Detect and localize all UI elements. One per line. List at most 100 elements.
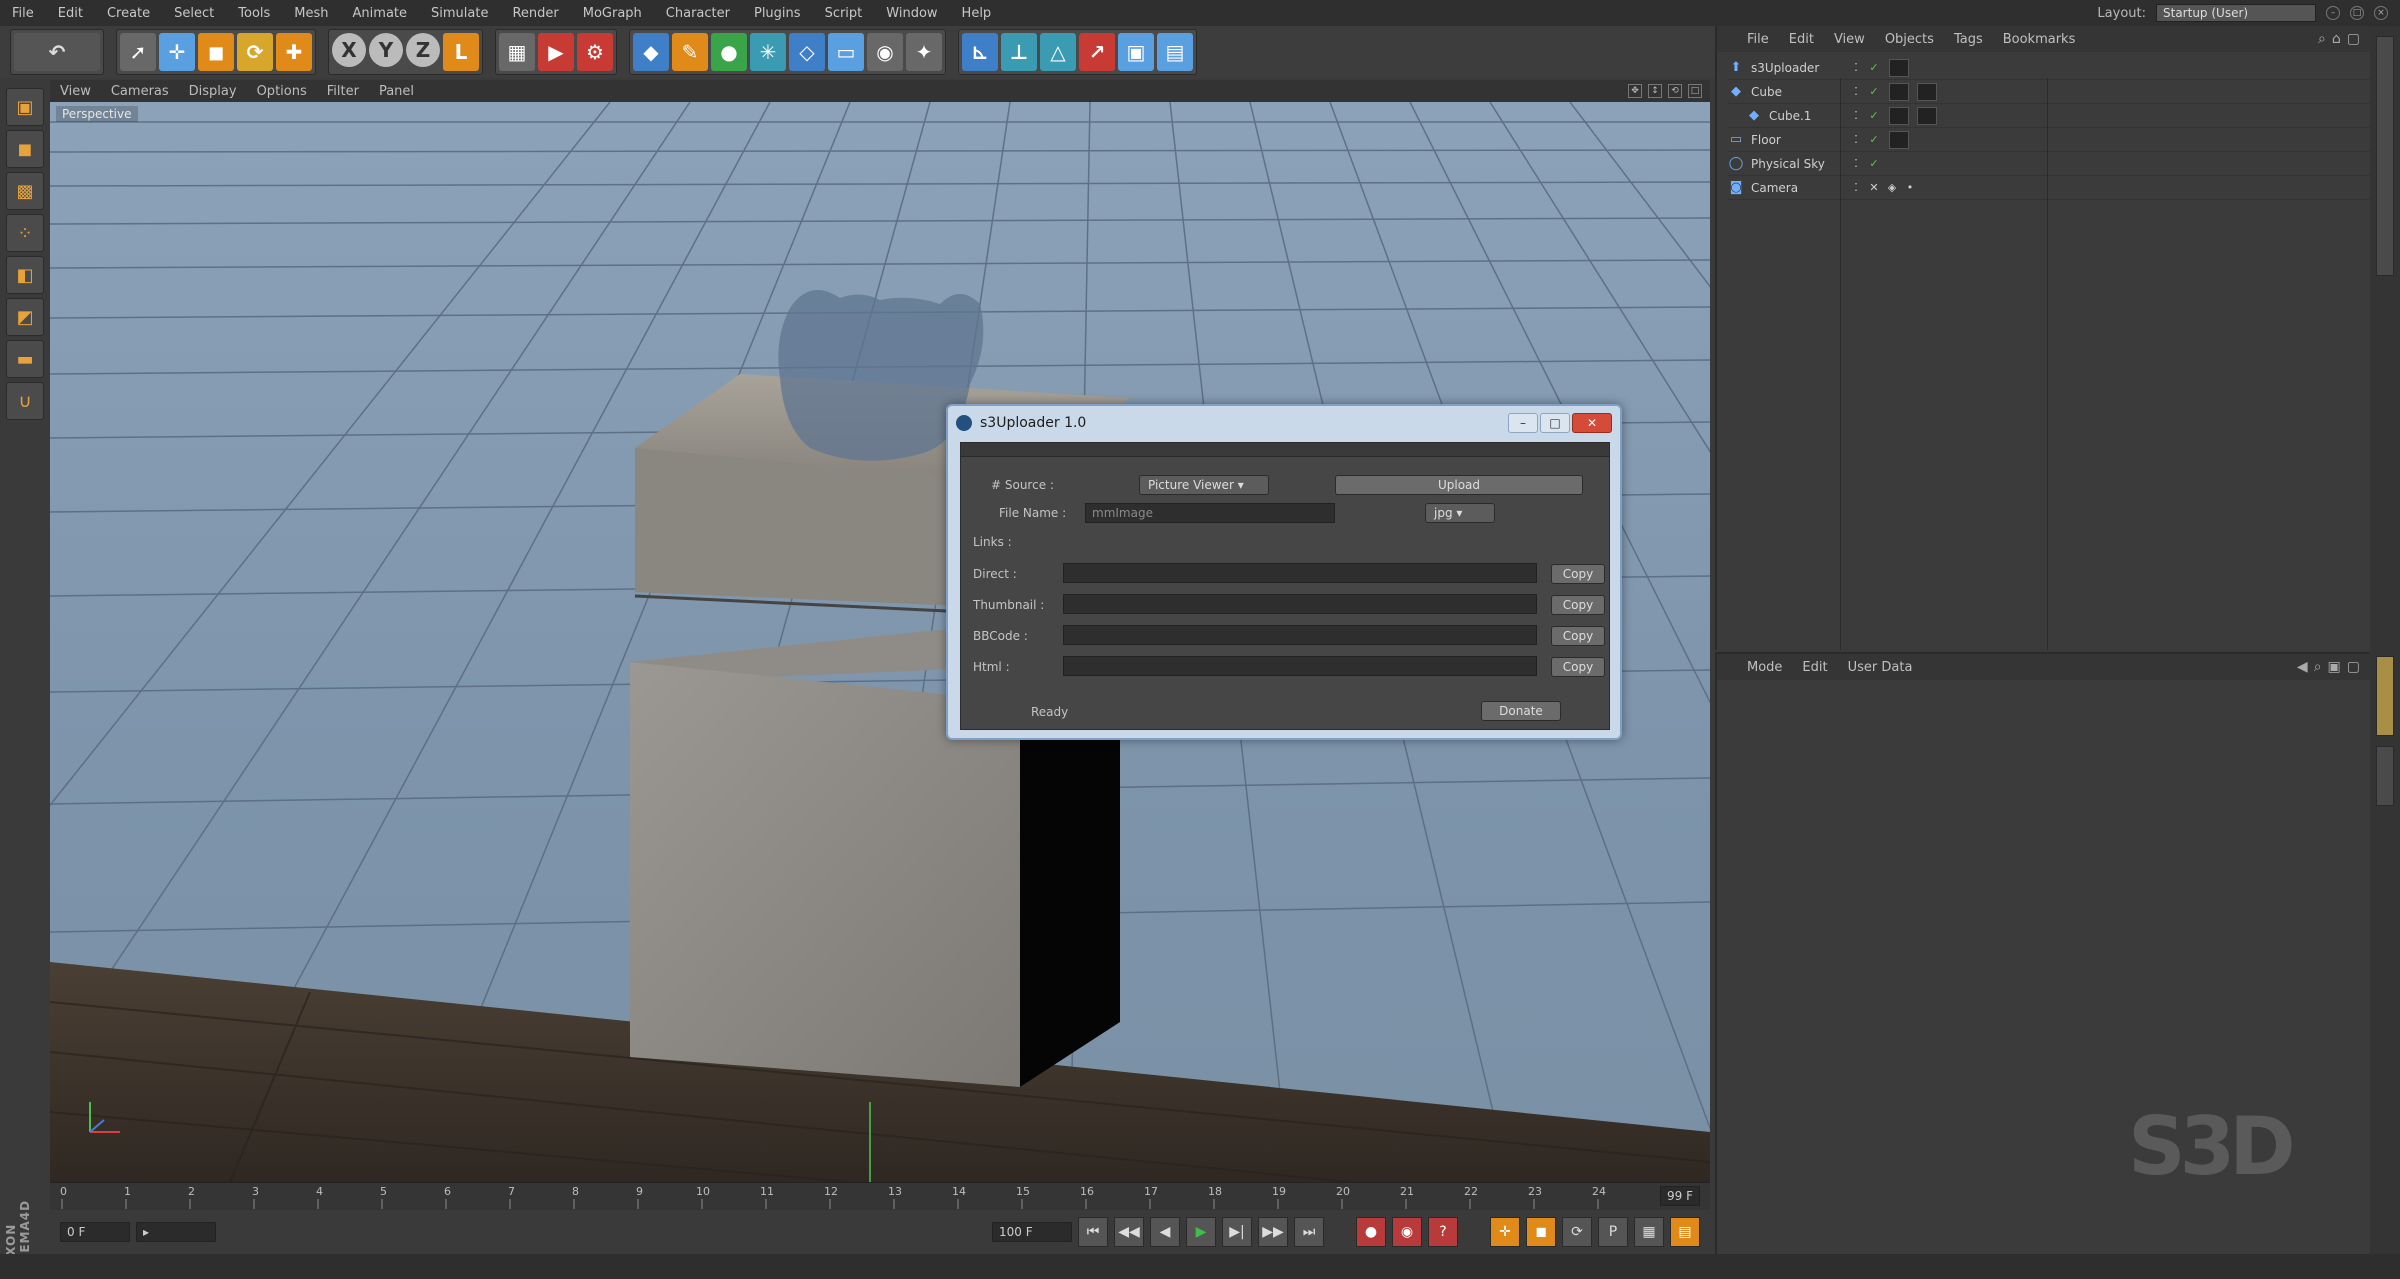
floor-icon[interactable]: ▭: [828, 33, 864, 71]
thumbnail-link-field[interactable]: [1063, 594, 1537, 614]
restore-icon[interactable]: □: [2350, 6, 2364, 20]
key-param-icon[interactable]: P: [1598, 1217, 1628, 1247]
enabled-check-icon[interactable]: ✓: [1867, 133, 1881, 147]
viewport-menu-cameras[interactable]: Cameras: [101, 84, 179, 99]
new-view-icon[interactable]: ▢: [2347, 31, 2360, 47]
menu-render[interactable]: Render: [500, 6, 570, 21]
points-mode-icon[interactable]: ⁘: [6, 214, 44, 252]
pan-icon[interactable]: ✥: [1628, 84, 1642, 98]
dialog-titlebar[interactable]: s3Uploader 1.0 – □ ✕: [948, 406, 1620, 440]
key-rotation-icon[interactable]: ⟳: [1562, 1217, 1592, 1247]
filename-input[interactable]: mmImage: [1085, 503, 1335, 523]
object-row[interactable]: ◆ Cube ⁚ ✓: [1727, 80, 2370, 104]
enabled-check-icon[interactable]: ✓: [1867, 109, 1881, 123]
cube-object-icon[interactable]: ◆: [633, 33, 669, 71]
side-tab-attributes[interactable]: [2376, 656, 2394, 736]
viewport-menu-filter[interactable]: Filter: [317, 84, 369, 99]
viewport-menu-panel[interactable]: Panel: [369, 84, 424, 99]
om-menu-tags[interactable]: Tags: [1944, 32, 1993, 47]
am-menu-user-data[interactable]: User Data: [1838, 660, 1923, 675]
om-menu-bookmarks[interactable]: Bookmarks: [1993, 32, 2086, 47]
axis-modify-icon[interactable]: △: [1040, 33, 1076, 71]
z-axis-icon[interactable]: Z: [406, 33, 440, 67]
render-settings-icon[interactable]: ⚙: [577, 33, 613, 71]
texture-side-icon[interactable]: ▩: [6, 172, 44, 210]
menu-simulate[interactable]: Simulate: [419, 6, 500, 21]
maximize-icon[interactable]: □: [1540, 413, 1570, 433]
visibility-dots-icon[interactable]: ⁚: [1849, 181, 1863, 195]
object-row[interactable]: ◙ Camera ⁚ ✕ ◈ •: [1727, 176, 2370, 200]
scale-tool-icon[interactable]: ◼: [198, 33, 234, 71]
am-menu-mode[interactable]: Mode: [1737, 660, 1792, 675]
texture-tag-icon[interactable]: [1917, 106, 1937, 125]
column-divider[interactable]: [1840, 78, 1841, 650]
timeline-scheme-icon[interactable]: ▤: [1670, 1217, 1700, 1247]
live-select-icon[interactable]: ✚: [276, 33, 312, 71]
object-row[interactable]: ◆ Cube.1 ⁚ ✓: [1727, 104, 2370, 128]
tweak-icon[interactable]: ↗: [1079, 33, 1115, 71]
subdivision-icon[interactable]: ●: [711, 33, 747, 71]
model-mode-icon[interactable]: ▣: [1118, 33, 1154, 71]
magnet-icon[interactable]: ∪: [6, 382, 44, 420]
source-select[interactable]: Picture Viewer ▾: [1139, 475, 1269, 495]
layout-select[interactable]: Startup (User): [2156, 4, 2316, 22]
minimize-icon[interactable]: –: [2326, 6, 2340, 20]
texture-tag-icon[interactable]: [1917, 82, 1937, 101]
material-tag-icon[interactable]: [1889, 106, 1909, 125]
record-icon[interactable]: ●: [1356, 1217, 1386, 1247]
visibility-dots-icon[interactable]: ⁚: [1849, 133, 1863, 147]
y-axis-icon[interactable]: Y: [369, 33, 403, 67]
copy-html-button[interactable]: Copy: [1551, 657, 1605, 677]
search-icon[interactable]: ⌕: [2314, 659, 2322, 675]
menu-mograph[interactable]: MoGraph: [571, 6, 654, 21]
close-icon[interactable]: ✕: [1572, 413, 1612, 433]
camera-object-icon[interactable]: ◉: [867, 33, 903, 71]
menu-help[interactable]: Help: [950, 6, 1004, 21]
next-key-icon[interactable]: ▶▶: [1258, 1217, 1288, 1247]
visibility-dots-icon[interactable]: ⁚: [1849, 85, 1863, 99]
maximize-view-icon[interactable]: □: [1688, 84, 1702, 98]
upload-button[interactable]: Upload: [1335, 475, 1583, 495]
new-view-icon[interactable]: ▢: [2347, 659, 2360, 675]
render-view-icon[interactable]: ▶: [538, 33, 574, 71]
om-menu-file[interactable]: File: [1737, 32, 1779, 47]
prev-frame-icon[interactable]: ◀: [1150, 1217, 1180, 1247]
edges-mode-icon[interactable]: ◧: [6, 256, 44, 294]
om-menu-objects[interactable]: Objects: [1875, 32, 1944, 47]
menu-select[interactable]: Select: [162, 6, 226, 21]
spline-pen-icon[interactable]: ✎: [672, 33, 708, 71]
menu-character[interactable]: Character: [654, 6, 742, 21]
side-tab-objects[interactable]: [2376, 36, 2394, 276]
menu-file[interactable]: File: [0, 6, 46, 21]
frame-slider[interactable]: ▸: [136, 1222, 216, 1242]
target-tag-icon[interactable]: ◈: [1885, 181, 1899, 195]
timeline-end-field[interactable]: 99 F: [1660, 1186, 1700, 1206]
viewport-menu-options[interactable]: Options: [247, 84, 317, 99]
deformer-icon[interactable]: ◇: [789, 33, 825, 71]
end-frame-field[interactable]: 100 F: [992, 1222, 1072, 1242]
menu-edit[interactable]: Edit: [46, 6, 95, 21]
close-icon[interactable]: ×: [2374, 6, 2388, 20]
workplane-icon[interactable]: ⊥: [1001, 33, 1037, 71]
key-position-icon[interactable]: ✛: [1490, 1217, 1520, 1247]
home-icon[interactable]: ⌂: [2332, 31, 2341, 47]
side-tab-layers[interactable]: [2376, 746, 2394, 806]
zoom-icon[interactable]: ↕: [1648, 84, 1662, 98]
enabled-check-icon[interactable]: ✓: [1867, 85, 1881, 99]
snap-icon[interactable]: ⊾: [962, 33, 998, 71]
visibility-dots-icon[interactable]: ⁚: [1849, 157, 1863, 171]
material-tag-icon[interactable]: [1889, 130, 1909, 149]
undo-icon[interactable]: ↶: [14, 33, 100, 71]
menu-plugins[interactable]: Plugins: [742, 6, 813, 21]
copy-direct-button[interactable]: Copy: [1551, 564, 1605, 584]
polygons-mode-icon[interactable]: ◩: [6, 298, 44, 336]
search-icon[interactable]: ⌕: [2318, 31, 2326, 47]
format-select[interactable]: jpg ▾: [1425, 503, 1495, 523]
next-frame-icon[interactable]: ▶|: [1222, 1217, 1252, 1247]
go-to-start-icon[interactable]: ⏮: [1078, 1217, 1108, 1247]
html-link-field[interactable]: [1063, 656, 1537, 676]
key-scale-icon[interactable]: ◼: [1526, 1217, 1556, 1247]
viewport-menu-display[interactable]: Display: [179, 84, 247, 99]
minimize-icon[interactable]: –: [1508, 413, 1538, 433]
key-pla-icon[interactable]: ▦: [1634, 1217, 1664, 1247]
